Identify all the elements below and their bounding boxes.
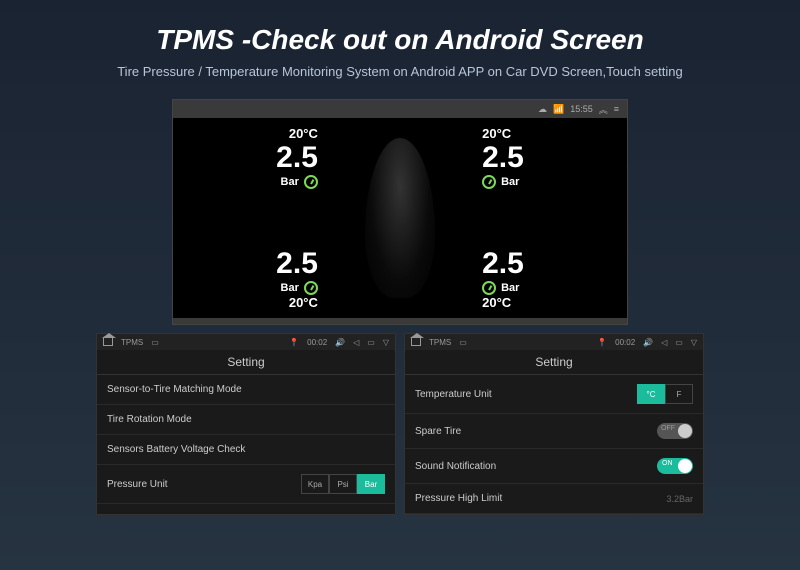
recent-icon[interactable]: ▭ (675, 338, 683, 347)
home-icon[interactable] (411, 338, 421, 346)
row-pressure-high-limit[interactable]: Pressure High Limit 3.2Bar (405, 484, 703, 514)
gauge-icon (304, 175, 318, 189)
panel-statusbar: TPMS ▭ 📍 00:02 🔊 ◁ ▭ ▽ (405, 334, 703, 350)
panel-title: Setting (97, 350, 395, 375)
tire-reading-rr: 2.5 Bar 20°C (482, 247, 524, 310)
row-tire-rotation[interactable]: Tire Rotation Mode (97, 405, 395, 435)
app-name: TPMS (121, 338, 143, 347)
tire-reading-fr: 20°C 2.5 Bar (482, 126, 524, 189)
unit-celsius[interactable]: °C (637, 384, 665, 404)
back-icon[interactable]: ◁ (661, 338, 667, 347)
status-time: 15:55 (570, 104, 593, 114)
pressure-unit-selector: Kpa Psi Bar (301, 474, 385, 494)
row-pressure-unit: Pressure Unit Kpa Psi Bar (97, 465, 395, 504)
tire-temp: 20°C (482, 126, 524, 141)
tire-unit: Bar (501, 176, 519, 188)
page-subtitle: Tire Pressure / Temperature Monitoring S… (0, 64, 800, 79)
gauge-icon (304, 281, 318, 295)
volume-icon[interactable]: 🔊 (335, 338, 345, 347)
tire-temp: 20°C (482, 295, 524, 310)
tire-temp: 20°C (276, 126, 318, 141)
row-sound-notification: Sound Notification (405, 449, 703, 484)
tire-pressure: 2.5 (276, 143, 318, 173)
app-name: TPMS (429, 338, 451, 347)
screen-icon: ▭ (459, 338, 467, 347)
gauge-icon (482, 281, 496, 295)
screen-icon: ▭ (151, 338, 159, 347)
chevron-up-icon: ︽ (599, 103, 608, 116)
back-icon[interactable]: ◁ (353, 338, 359, 347)
spare-tire-toggle[interactable] (657, 423, 693, 439)
tire-temp: 20°C (276, 295, 318, 310)
row-battery-check[interactable]: Sensors Battery Voltage Check (97, 435, 395, 465)
android-statusbar: ☁ 📶 15:55 ︽ ≡ (173, 100, 627, 118)
sound-toggle[interactable] (657, 458, 693, 474)
tire-pressure: 2.5 (482, 143, 524, 173)
panel-time: 00:02 (615, 338, 635, 347)
down-icon[interactable]: ▽ (383, 338, 389, 347)
down-icon[interactable]: ▽ (691, 338, 697, 347)
location-icon: 📍 (597, 338, 607, 347)
unit-bar[interactable]: Bar (357, 474, 385, 494)
wifi-icon: 📶 (553, 104, 564, 115)
location-icon: 📍 (289, 338, 299, 347)
unit-fahrenheit[interactable]: F (665, 384, 693, 404)
high-limit-value: 3.2Bar (666, 494, 693, 504)
settings-panel-right: TPMS ▭ 📍 00:02 🔊 ◁ ▭ ▽ Setting Temperatu… (404, 333, 704, 515)
tire-pressure: 2.5 (482, 249, 524, 279)
tire-unit: Bar (281, 176, 299, 188)
page-title: TPMS -Check out on Android Screen (0, 24, 800, 56)
temp-unit-selector: °C F (637, 384, 693, 404)
row-spare-tire: Spare Tire (405, 414, 703, 449)
home-icon[interactable] (103, 338, 113, 346)
tire-reading-rl: 2.5 Bar 20°C (276, 247, 318, 310)
tire-unit: Bar (501, 282, 519, 294)
panel-title: Setting (405, 350, 703, 375)
recent-icon[interactable]: ▭ (367, 338, 375, 347)
car-silhouette (365, 138, 435, 298)
unit-kpa[interactable]: Kpa (301, 474, 329, 494)
tpms-main-screen: ☁ 📶 15:55 ︽ ≡ 20°C 2.5 Bar 2.5 Bar 20°C … (172, 99, 628, 325)
panel-statusbar: TPMS ▭ 📍 00:02 🔊 ◁ ▭ ▽ (97, 334, 395, 350)
tire-pressure: 2.5 (276, 249, 318, 279)
gauge-icon (482, 175, 496, 189)
row-temp-unit: Temperature Unit °C F (405, 375, 703, 414)
row-sensor-match[interactable]: Sensor-to-Tire Matching Mode (97, 375, 395, 405)
volume-icon[interactable]: 🔊 (643, 338, 653, 347)
tire-unit: Bar (281, 282, 299, 294)
unit-psi[interactable]: Psi (329, 474, 357, 494)
menu-icon: ≡ (614, 104, 619, 114)
settings-panel-left: TPMS ▭ 📍 00:02 🔊 ◁ ▭ ▽ Setting Sensor-to… (96, 333, 396, 515)
panel-time: 00:02 (307, 338, 327, 347)
tire-reading-fl: 20°C 2.5 Bar (276, 126, 318, 189)
cloud-icon: ☁ (538, 104, 547, 115)
